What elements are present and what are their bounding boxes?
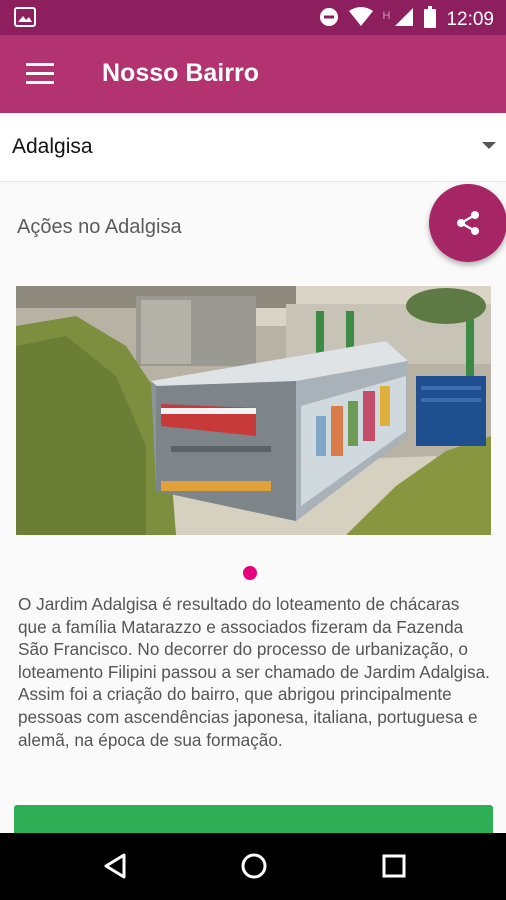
do-not-disturb-icon (319, 7, 339, 32)
share-button[interactable] (429, 184, 506, 262)
wifi-icon (348, 7, 373, 32)
battery-icon (424, 6, 437, 33)
carousel-indicator-dot[interactable] (243, 566, 257, 580)
share-icon (457, 211, 479, 235)
hamburger-menu-icon[interactable] (26, 63, 54, 85)
neighborhood-selected-value: Adalgisa (12, 135, 93, 158)
system-nav-bar (0, 833, 506, 900)
status-time: 12:09 (446, 8, 494, 30)
chevron-down-icon (482, 142, 496, 149)
app-title: Nosso Bairro (102, 59, 259, 87)
neighborhood-description: O Jardim Adalgisa é resultado do loteame… (18, 594, 490, 750)
section-title: Ações no Adalgisa (17, 216, 182, 238)
signal-icon (394, 7, 414, 32)
status-bar: H 12:09 (0, 0, 506, 35)
recents-icon[interactable] (381, 852, 407, 885)
image-icon (14, 7, 36, 32)
app-bar: Nosso Bairro (0, 35, 506, 113)
neighborhood-dropdown[interactable]: Adalgisa (0, 113, 506, 182)
back-icon[interactable] (102, 852, 128, 885)
network-type-label: H (382, 9, 391, 22)
carousel-image[interactable] (16, 286, 491, 535)
home-icon[interactable] (240, 852, 268, 885)
